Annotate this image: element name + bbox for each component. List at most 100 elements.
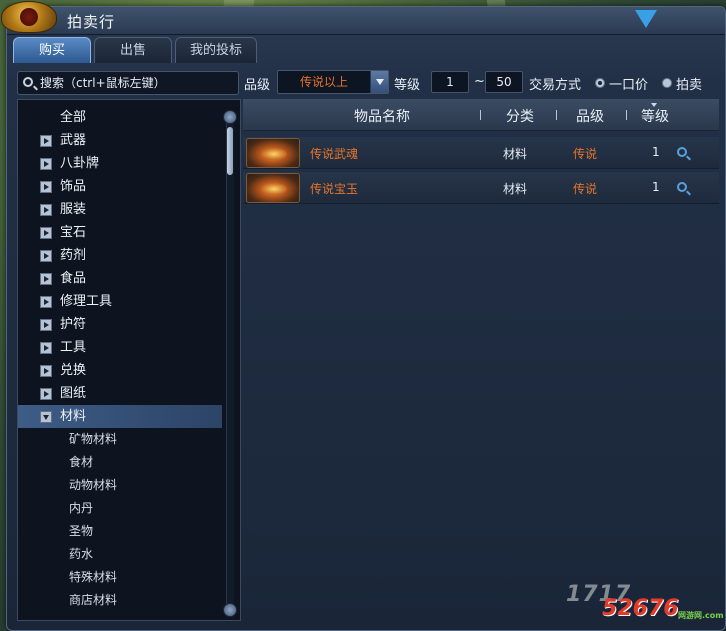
subcategory-shop[interactable]: 商店材料 [18,589,222,612]
dropdown-arrow-icon[interactable] [370,71,388,93]
category-gem[interactable]: 宝石 [18,221,222,244]
item-thumbnail [246,173,300,203]
category-weapon[interactable]: 武器 [18,129,222,152]
category-label: 护符 [60,317,87,332]
category-tools[interactable]: 工具 [18,336,222,359]
table-row[interactable]: 传说宝玉 材料 传说 1 [243,172,719,204]
category-label: 工具 [60,340,87,355]
subcategory-label: 矿物材料 [69,432,118,446]
subcategory-label: 食材 [69,455,94,469]
expand-arrow-icon[interactable] [40,158,52,170]
subcategory-ingredients[interactable]: 食材 [18,451,222,474]
subcategory-core[interactable]: 内丹 [18,497,222,520]
scroll-down-icon[interactable] [223,603,237,617]
grade-dropdown-value: 传说以上 [299,75,348,89]
tab-buy[interactable]: 购买 [13,37,91,63]
corner-triangle-icon [635,10,657,28]
header-divider [480,110,481,120]
level-min-input[interactable]: 1 [431,71,469,93]
category-accessory[interactable]: 饰品 [18,175,222,198]
expand-arrow-icon[interactable] [40,388,52,400]
expand-arrow-icon[interactable] [40,227,52,239]
radio-auction[interactable] [662,78,672,88]
subcategory-label: 圣物 [69,524,94,538]
item-name: 传说宝玉 [310,182,359,196]
item-detail-search-icon[interactable] [677,147,687,157]
header-grade[interactable]: 品级 [565,106,615,126]
category-bagua[interactable]: 八卦牌 [18,152,222,175]
category-exchange[interactable]: 兑换 [18,359,222,382]
table-header: 物品名称 分类 品级 等级 [243,99,719,131]
category-costume[interactable]: 服装 [18,198,222,221]
category-talisman[interactable]: 护符 [18,313,222,336]
category-blueprint[interactable]: 图纸 [18,382,222,405]
item-detail-search-icon[interactable] [677,182,687,192]
expand-arrow-icon[interactable] [40,250,52,262]
expand-arrow-icon[interactable] [40,296,52,308]
subcategory-ore[interactable]: 矿物材料 [18,428,222,451]
level-label: 等级 [394,78,421,93]
window-title: 拍卖行 [67,13,116,31]
site-watermark: 1717 52676 网游网.com [566,582,726,631]
title-bar[interactable]: 拍卖行 [1,1,725,35]
item-grade: 传说 [573,147,598,161]
category-label: 武器 [60,133,87,148]
category-label: 饰品 [60,179,87,194]
item-thumbnail [246,138,300,168]
subcategory-tonic[interactable]: 药水 [18,543,222,566]
header-divider [626,110,627,120]
tab-sell[interactable]: 出售 [94,37,172,63]
tab-my-bids[interactable]: 我的投标 [175,37,257,63]
category-materials[interactable]: 材料 [18,405,222,428]
tab-bar: 购买 出售 我的投标 [13,37,257,65]
expand-arrow-icon[interactable] [40,365,52,377]
expand-arrow-icon[interactable] [40,135,52,147]
category-tree: 全部 武器 八卦牌 饰品 服装 宝石 药剂 食品 修理工具 护符 工具 兑换 图… [17,99,241,621]
search-input[interactable]: 搜索（ctrl+鼠标左键） [17,71,239,95]
expand-arrow-icon[interactable] [40,204,52,216]
subcategory-label: 特殊材料 [69,570,118,584]
collapse-arrow-icon[interactable] [40,411,52,423]
category-label: 图纸 [60,386,87,401]
auction-label[interactable]: 拍卖 [676,74,702,93]
header-item-name[interactable]: 物品名称 [327,106,437,126]
header-divider [556,110,557,120]
subcategory-special[interactable]: 特殊材料 [18,566,222,589]
scrollbar-thumb[interactable] [227,127,233,175]
category-scrollbar[interactable] [226,112,234,606]
category-all[interactable]: 全部 [18,106,222,129]
header-category[interactable]: 分类 [495,106,545,126]
scroll-up-icon[interactable] [223,110,237,124]
category-label: 兑换 [60,363,87,378]
category-repair-tools[interactable]: 修理工具 [18,290,222,313]
fixed-price-label[interactable]: 一口价 [609,74,648,93]
level-max-input[interactable]: 50 [485,71,523,93]
expand-arrow-icon[interactable] [40,273,52,285]
grade-dropdown[interactable]: 传说以上 [277,70,389,94]
search-placeholder: 搜索（ctrl+鼠标左键） [40,76,166,90]
search-icon [23,77,33,87]
expand-arrow-icon[interactable] [40,181,52,193]
emblem-icon [1,1,57,33]
category-label: 材料 [60,409,87,424]
watermark-number: 52676 [602,596,679,621]
expand-arrow-icon[interactable] [40,342,52,354]
subcategory-relic[interactable]: 圣物 [18,520,222,543]
subcategory-label: 药水 [69,547,94,561]
category-potion[interactable]: 药剂 [18,244,222,267]
auction-house-window: 拍卖行 购买 出售 我的投标 搜索（ctrl+鼠标左键） 品级 传说以上 等级 … [1,1,726,631]
expand-arrow-icon[interactable] [40,319,52,331]
radio-fixed-price[interactable] [595,78,605,88]
trade-method-label: 交易方式 [529,78,582,93]
category-food[interactable]: 食品 [18,267,222,290]
item-category: 材料 [503,147,528,161]
category-label: 药剂 [60,248,87,263]
level-range-separator: ~ [474,74,485,89]
subcategory-animal[interactable]: 动物材料 [18,474,222,497]
header-level[interactable]: 等级 [633,106,677,126]
category-label: 服装 [60,202,87,217]
watermark-sub: 网游网.com [678,611,724,620]
subcategory-label: 内丹 [69,501,94,515]
item-name: 传说武魂 [310,147,359,161]
table-row[interactable]: 传说武魂 材料 传说 1 [243,137,719,169]
